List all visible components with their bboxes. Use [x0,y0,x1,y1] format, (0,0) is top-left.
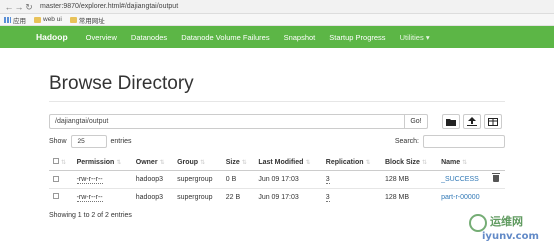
nav-overview[interactable]: Overview [86,33,117,42]
row-checkbox[interactable] [53,193,59,199]
page-size-select[interactable]: 25 [70,135,107,148]
sort-icon: ⇅ [241,159,247,166]
folder-icon [69,16,77,23]
top-navbar: Hadoop Overview Datanodes Datanode Volum… [0,26,554,48]
owner-cell: hadoop3 [131,170,174,189]
header-replication[interactable]: Replication ⇅ [321,154,381,171]
row-checkbox[interactable] [53,175,59,182]
search-input[interactable] [423,135,505,148]
brand[interactable]: Hadoop [36,32,68,42]
table-info: Showing 1 to 2 of 2 entries [49,212,132,219]
nav-startup-progress[interactable]: Startup Progress [329,33,385,42]
sort-icon: ⇅ [61,160,67,166]
create-folder-button[interactable] [442,114,460,129]
bookmark-apps[interactable]: 应用 [4,15,26,25]
bookmark-common[interactable]: 常用网址 [69,15,105,25]
table-row: -rw-r--r-- hadoop3 supergroup 0 B Jun 09… [49,170,505,189]
watermark-line2: iyunv.com [482,231,539,242]
sort-icon: ⇅ [305,159,311,166]
browser-toolbar: ← → ↻ master:9870/explorer.html#/dajiang… [0,0,554,14]
go-button[interactable]: Go! [404,114,428,129]
path-input[interactable]: /dajiangtai/output [49,114,405,129]
header-name[interactable]: Name ⇅ [437,154,490,171]
nav-datanodes[interactable]: Datanodes [131,33,167,42]
table-header-row: ⇅ Permission ⇅ Owner ⇅ Group ⇅ Size ⇅ Last M… [49,154,505,171]
header-group[interactable]: Group ⇅ [173,154,222,171]
entries-label: entries [110,138,132,145]
nav-snapshot[interactable]: Snapshot [284,33,316,42]
size-cell: 0 B [221,170,255,189]
header-size[interactable]: Size ⇅ [221,154,255,171]
table-row: -rw-r--r-- hadoop3 supergroup 22 B Jun 0… [49,188,505,205]
back-icon[interactable]: ← [4,0,14,14]
permission-cell[interactable]: -rw-r--r-- [76,176,103,184]
replication-cell[interactable]: 3 [325,176,330,184]
header-select[interactable]: ⇅ [49,154,73,171]
file-name-link[interactable]: part-r-00000 [441,194,480,201]
forward-icon[interactable]: → [14,0,24,14]
upload-icon [467,117,477,126]
group-cell: supergroup [173,188,222,205]
sort-icon: ⇅ [116,159,122,166]
watermark-logo: 运维网 iyunv.com [469,214,539,242]
header-permission[interactable]: Permission ⇅ [72,154,132,171]
replication-cell[interactable]: 3 [325,193,330,202]
search-label: Search: [394,138,419,145]
folder-icon [34,16,41,23]
sort-icon: ⇅ [462,159,468,166]
watermark-line1: 运维网 [490,214,523,228]
sort-icon: ⇅ [200,159,206,166]
permission-cell[interactable]: -rw-r--r-- [76,193,103,202]
header-block-size[interactable]: Block Size ⇅ [380,154,438,171]
folder-open-icon [446,118,456,126]
apps-icon [4,16,11,23]
reload-icon[interactable]: ↻ [24,0,34,14]
bookmarks-bar: 应用 web ui 常用网址 [0,14,554,26]
modified-cell: Jun 09 17:03 [254,170,322,189]
cut-paste-button[interactable] [484,114,502,129]
sort-icon: ⇅ [159,159,165,166]
header-owner[interactable]: Owner ⇅ [131,154,174,171]
page-title: Browse Directory [49,73,194,94]
address-bar[interactable]: master:9870/explorer.html#/dajiangtai/ou… [40,3,178,10]
modified-cell: Jun 09 17:03 [254,188,322,205]
file-name-link[interactable]: _SUCCESS [441,176,479,183]
upload-button[interactable] [463,114,481,129]
header-actions [489,154,505,171]
owner-cell: hadoop3 [131,188,174,205]
bookmark-webui[interactable]: web ui [34,16,62,23]
show-label: Show [49,138,67,145]
sort-icon: ⇅ [421,159,427,166]
nav-volume-failures[interactable]: Datanode Volume Failures [181,33,269,42]
block-size-cell: 128 MB [380,170,438,189]
block-size-cell: 128 MB [380,188,438,205]
table-icon [488,117,498,126]
trash-icon[interactable] [492,173,501,182]
group-cell: supergroup [173,170,222,189]
size-cell: 22 B [221,188,255,205]
sort-icon: ⇅ [365,159,371,166]
header-last-modified[interactable]: Last Modified ⇅ [254,154,322,171]
divider [49,101,505,102]
file-table: ⇅ Permission ⇅ Owner ⇅ Group ⇅ Size ⇅ Last M… [49,154,505,205]
nav-utilities[interactable]: Utilities ▾ [400,33,430,42]
select-all-checkbox[interactable] [53,158,59,164]
